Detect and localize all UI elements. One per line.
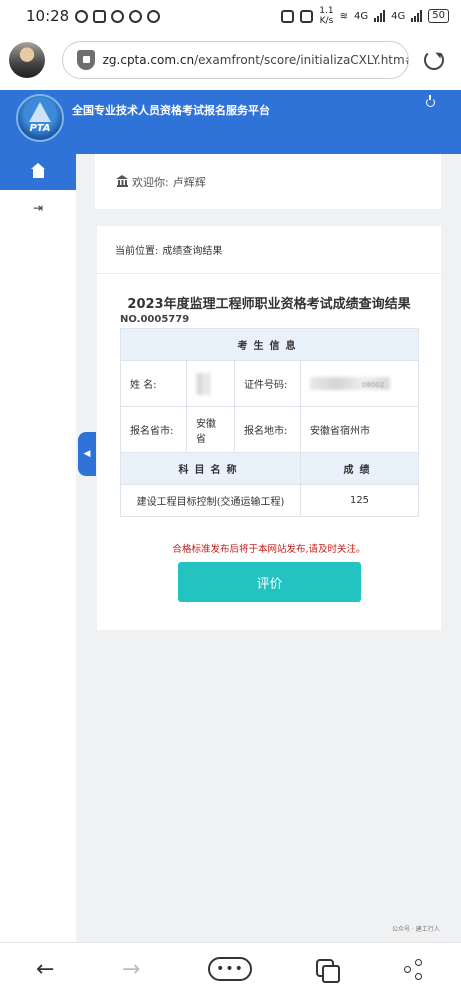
battery-level: 50 (432, 10, 445, 21)
shield-icon[interactable] (77, 50, 95, 70)
id-value: 08002 (300, 360, 419, 407)
location-label: 报名地市: (234, 406, 301, 453)
breadcrumb: 当前位置: 成绩查询结果 (97, 226, 441, 274)
signal-icon (374, 10, 386, 22)
province-label: 报名省市: (120, 406, 187, 453)
sidebar-item-home[interactable] (0, 154, 76, 190)
breadcrumb-current: 成绩查询结果 (162, 246, 223, 257)
eye-icon (147, 9, 161, 23)
network-speed-unit: K/s (319, 16, 334, 26)
network-type-2: 4G (391, 10, 406, 22)
battery-icon: 50 (428, 9, 449, 23)
breadcrumb-label: 当前位置: (115, 246, 159, 257)
score-header: 成绩 (300, 452, 419, 485)
score-result-panel: 当前位置: 成绩查询结果 2023年度监理工程师职业资格考试成绩查询结果 NO.… (97, 226, 441, 630)
sign-in-icon: ⇥ (32, 201, 44, 215)
logo-text: PTA (29, 123, 51, 134)
name-label: 姓 名: (120, 360, 187, 407)
table-row: 报名省市: 安徽省 报名地市: 安徽省宿州市 (120, 406, 419, 453)
forward-arrow-icon[interactable]: → (122, 957, 140, 982)
score-header-row: 科目名称 成绩 (120, 452, 419, 485)
notification-icons (75, 9, 161, 23)
alarm-icon (75, 9, 89, 23)
watermark: 公众号 · 建工行人 (392, 926, 440, 933)
browser-toolbar: zg.cpta.com.cn/examfront/score/initializ… (0, 32, 461, 90)
address-bar[interactable]: zg.cpta.com.cn/examfront/score/initializ… (62, 41, 409, 79)
province-value: 安徽省 (186, 406, 235, 453)
redacted-name (196, 372, 210, 395)
network-speed-value: 1.1 (319, 6, 334, 16)
name-value (186, 360, 235, 407)
notice-text: 合格标准发布后将于本网站发布,请及时关注。 (172, 544, 366, 555)
id-label: 证件号码: (234, 360, 301, 407)
more-menu-icon[interactable]: ••• (208, 957, 252, 981)
result-title: 2023年度监理工程师职业资格考试成绩查询结果 (127, 297, 411, 312)
status-bar: 10:28 1.1 K/s ≋ 4G 4G 50 (0, 0, 461, 32)
table-row: 建设工程目标控制(交通运输工程) 125 (120, 484, 419, 517)
id-visible-fragment: 08002 (362, 380, 385, 389)
power-icon[interactable] (426, 95, 435, 107)
clock: 10:28 (26, 7, 70, 25)
welcome-panel: 欢迎你: 卢辉辉 (95, 154, 441, 209)
rate-button[interactable]: 评价 (178, 562, 361, 602)
signal-icon-2 (411, 10, 423, 22)
subject-score: 125 (300, 484, 419, 517)
welcome-username: 卢辉辉 (172, 175, 206, 189)
sidebar-toggle-handle[interactable]: ◀ (78, 432, 96, 476)
avatar[interactable] (9, 42, 45, 78)
subject-name: 建设工程目标控制(交通运输工程) (120, 484, 301, 517)
welcome-prefix: 欢迎你: (132, 175, 169, 189)
candidate-info-header-row: 考生信息 (120, 328, 419, 361)
network-type-1: 4G (354, 10, 369, 22)
url-host: zg.cpta.com.cn (102, 53, 195, 67)
app-notification-icon (111, 9, 125, 23)
hourglass-icon (93, 9, 107, 23)
side-nav: ⇥ (0, 154, 76, 942)
location-value: 安徽省宿州市 (300, 406, 419, 453)
result-table: 考生信息 姓 名: 证件号码: 08002 报名省市: 安徽省 报名地市: 安徽… (120, 328, 419, 517)
caret-left-icon: ◀ (83, 449, 91, 459)
url-text[interactable]: zg.cpta.com.cn/examfront/score/initializ… (103, 53, 408, 67)
institution-icon (116, 174, 128, 187)
site-logo[interactable]: PTA (16, 94, 64, 142)
share-icon[interactable] (404, 959, 424, 981)
home-icon (30, 163, 45, 178)
network-speed: 1.1 K/s (319, 6, 333, 26)
table-row: 姓 名: 证件号码: 08002 (120, 360, 419, 407)
browser-bottom-nav: ← → ••• (0, 942, 461, 1000)
reload-icon[interactable] (424, 50, 444, 70)
nfc-icon (281, 9, 295, 23)
site-title: 全国专业技术人员资格考试报名服务平台 (72, 104, 270, 117)
logo-triangle-icon (29, 102, 51, 122)
vpn-icon (129, 9, 143, 23)
wifi-icon: ≋ (339, 10, 349, 22)
subject-header: 科目名称 (120, 452, 301, 485)
result-number: NO.0005779 (120, 314, 190, 325)
vibrate-icon (300, 9, 314, 23)
back-arrow-icon[interactable]: ← (36, 957, 54, 982)
candidate-info-header: 考生信息 (120, 328, 419, 361)
url-path: /examfront/score/initializaCXLY.htm# (194, 53, 408, 67)
site-header: PTA 全国专业技术人员资格考试报名服务平台 (0, 90, 461, 154)
sidebar-item-login[interactable]: ⇥ (0, 190, 76, 226)
system-indicators: 1.1 K/s ≋ 4G 4G 50 (281, 6, 449, 26)
tabs-icon[interactable] (316, 959, 340, 983)
